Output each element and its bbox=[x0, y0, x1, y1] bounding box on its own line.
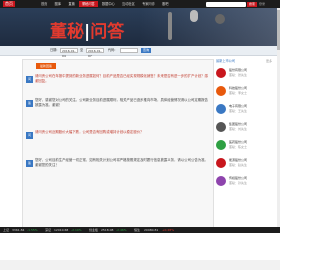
login-link[interactable]: 登录 bbox=[259, 1, 265, 7]
answer-text: 您好，公司目前生产经营一切正常，如有相关计划公司将严格按照规定及时履行信息披露义… bbox=[35, 158, 208, 167]
banner-background bbox=[140, 8, 280, 46]
list-item[interactable]: 问 请问贵公司近期股价大幅下跌，公司是否有回购或增持计划以稳定股价？ bbox=[26, 130, 210, 150]
scrollbar-thumb[interactable] bbox=[277, 10, 280, 50]
nav-item-gallery[interactable]: 图库 bbox=[52, 1, 64, 7]
company-logo-icon bbox=[216, 140, 226, 150]
company-logo-icon bbox=[216, 176, 226, 186]
top-search-button[interactable]: 搜索 bbox=[247, 1, 257, 7]
nav-item-live[interactable]: 直播 bbox=[65, 1, 77, 7]
company-name: 科技股份公司 bbox=[229, 86, 248, 90]
sidebar-item[interactable]: 科技股份公司 董秘：李女士 bbox=[216, 83, 276, 99]
company-sub: 董秘：张先生 bbox=[229, 73, 248, 77]
company-logo-icon bbox=[216, 122, 226, 132]
nav-item-community[interactable]: 互动社区 bbox=[119, 1, 138, 7]
top-navigation-bar: 首页 首页 图库 直播 董秘问答 数据中心 互动社区 专家问诊 股吧 搜索 登录 bbox=[0, 0, 280, 8]
company-name: 传媒股份公司 bbox=[229, 176, 248, 180]
answer-text: 您好，感谢您对公司的关注。公司新业务目前进展顺利，相关产品已逐步推向市场，具体经… bbox=[35, 98, 208, 107]
company-logo-icon bbox=[216, 86, 226, 96]
footer-strip bbox=[0, 260, 280, 270]
sidebar: 最新上市公司 更多 股份有限公司 董秘：张先生 科技股份公司 董秘：李女士 电子… bbox=[216, 59, 276, 227]
company-sub: 董秘：王先生 bbox=[229, 109, 248, 113]
company-sub: 董秘：赵先生 bbox=[229, 163, 248, 167]
sidebar-item[interactable]: 传媒股份公司 董秘：孙先生 bbox=[216, 173, 276, 189]
answer-badge: 答 bbox=[26, 160, 33, 167]
sidebar-title: 最新上市公司 bbox=[216, 59, 236, 63]
company-name: 能源股份公司 bbox=[229, 158, 248, 162]
company-name: 电子有限公司 bbox=[229, 104, 248, 108]
sidebar-item[interactable]: 电子有限公司 董秘：王先生 bbox=[216, 101, 276, 117]
question-text[interactable]: 请问贵公司在年报中提到的新业务进展如何？目前产品是否已经实现规模化销售？未来是否… bbox=[35, 74, 209, 84]
main-nav: 首页 图库 直播 董秘问答 数据中心 互动社区 专家问诊 股吧 bbox=[38, 1, 171, 7]
to-label: 至 bbox=[80, 48, 84, 52]
list-item: 答 您好，感谢您对公司的关注。公司新业务目前进展顺利，相关产品已逐步推向市场，具… bbox=[26, 98, 210, 126]
site-logo[interactable]: 首页 bbox=[3, 1, 15, 7]
code-input[interactable] bbox=[120, 48, 138, 53]
nav-item-expert[interactable]: 专家问诊 bbox=[139, 1, 158, 7]
company-sub: 董秘：李女士 bbox=[229, 91, 248, 95]
microphone-icon bbox=[190, 10, 198, 22]
company-logo-icon bbox=[216, 104, 226, 114]
end-date-input[interactable]: 2016-01-07 bbox=[86, 48, 104, 58]
question-badge: 问 bbox=[26, 76, 33, 83]
nav-item-forum[interactable]: 股吧 bbox=[159, 1, 171, 7]
filter-bar: 日期: 2016-01-04 至 2016-01-07 代码: 查询 bbox=[0, 46, 280, 58]
top-search-input[interactable] bbox=[206, 1, 246, 7]
company-name: 集团股份公司 bbox=[229, 122, 248, 126]
microphone-icon bbox=[168, 12, 172, 40]
company-logo-icon bbox=[216, 158, 226, 168]
sidebar-more-link[interactable]: 更多 bbox=[266, 59, 272, 64]
nav-item-qa[interactable]: 董秘问答 bbox=[78, 1, 98, 7]
query-button[interactable]: 查询 bbox=[141, 48, 151, 53]
title-left: 董秘 bbox=[50, 22, 84, 42]
sidebar-item[interactable]: 医药股份公司 董秘：陈女士 bbox=[216, 137, 276, 153]
company-sub: 董秘：刘先生 bbox=[229, 127, 248, 131]
list-item[interactable]: 问 请问贵公司在年报中提到的新业务进展如何？目前产品是否已经实现规模化销售？未来… bbox=[26, 74, 210, 94]
company-sub: 董秘：陈女士 bbox=[229, 145, 248, 149]
sidebar-item[interactable]: 集团股份公司 董秘：刘先生 bbox=[216, 119, 276, 135]
question-badge: 问 bbox=[26, 132, 33, 139]
start-date-input[interactable]: 2016-01-04 bbox=[60, 48, 78, 58]
sidebar-item[interactable]: 股份有限公司 董秘：张先生 bbox=[216, 65, 276, 81]
page-banner: 董秘|问答 bbox=[0, 8, 280, 46]
title-right: 问答 bbox=[90, 22, 125, 42]
company-name: 医药股份公司 bbox=[229, 140, 248, 144]
nav-item-data[interactable]: 数据中心 bbox=[99, 1, 118, 7]
microphone-icon bbox=[215, 14, 225, 24]
company-logo-icon bbox=[216, 68, 226, 78]
code-label: 代码: bbox=[108, 48, 116, 52]
question-text[interactable]: 请问贵公司近期股价大幅下跌，公司是否有回购或增持计划以稳定股价？ bbox=[35, 130, 209, 135]
sidebar-item[interactable]: 能源股份公司 董秘：赵先生 bbox=[216, 155, 276, 171]
company-sub: 董秘：孙先生 bbox=[229, 181, 248, 185]
date-label: 日期: bbox=[50, 48, 58, 52]
latest-answers-tag[interactable]: 最新回答 bbox=[36, 63, 56, 69]
answer-badge: 答 bbox=[26, 100, 33, 107]
company-name: 股份有限公司 bbox=[229, 68, 248, 72]
nav-item-home[interactable]: 首页 bbox=[38, 1, 50, 7]
list-item: 答 您好，公司目前生产经营一切正常，如有相关计划公司将严格按照规定及时履行信息披… bbox=[26, 158, 210, 186]
page-title: 董秘|问答 bbox=[50, 22, 124, 42]
